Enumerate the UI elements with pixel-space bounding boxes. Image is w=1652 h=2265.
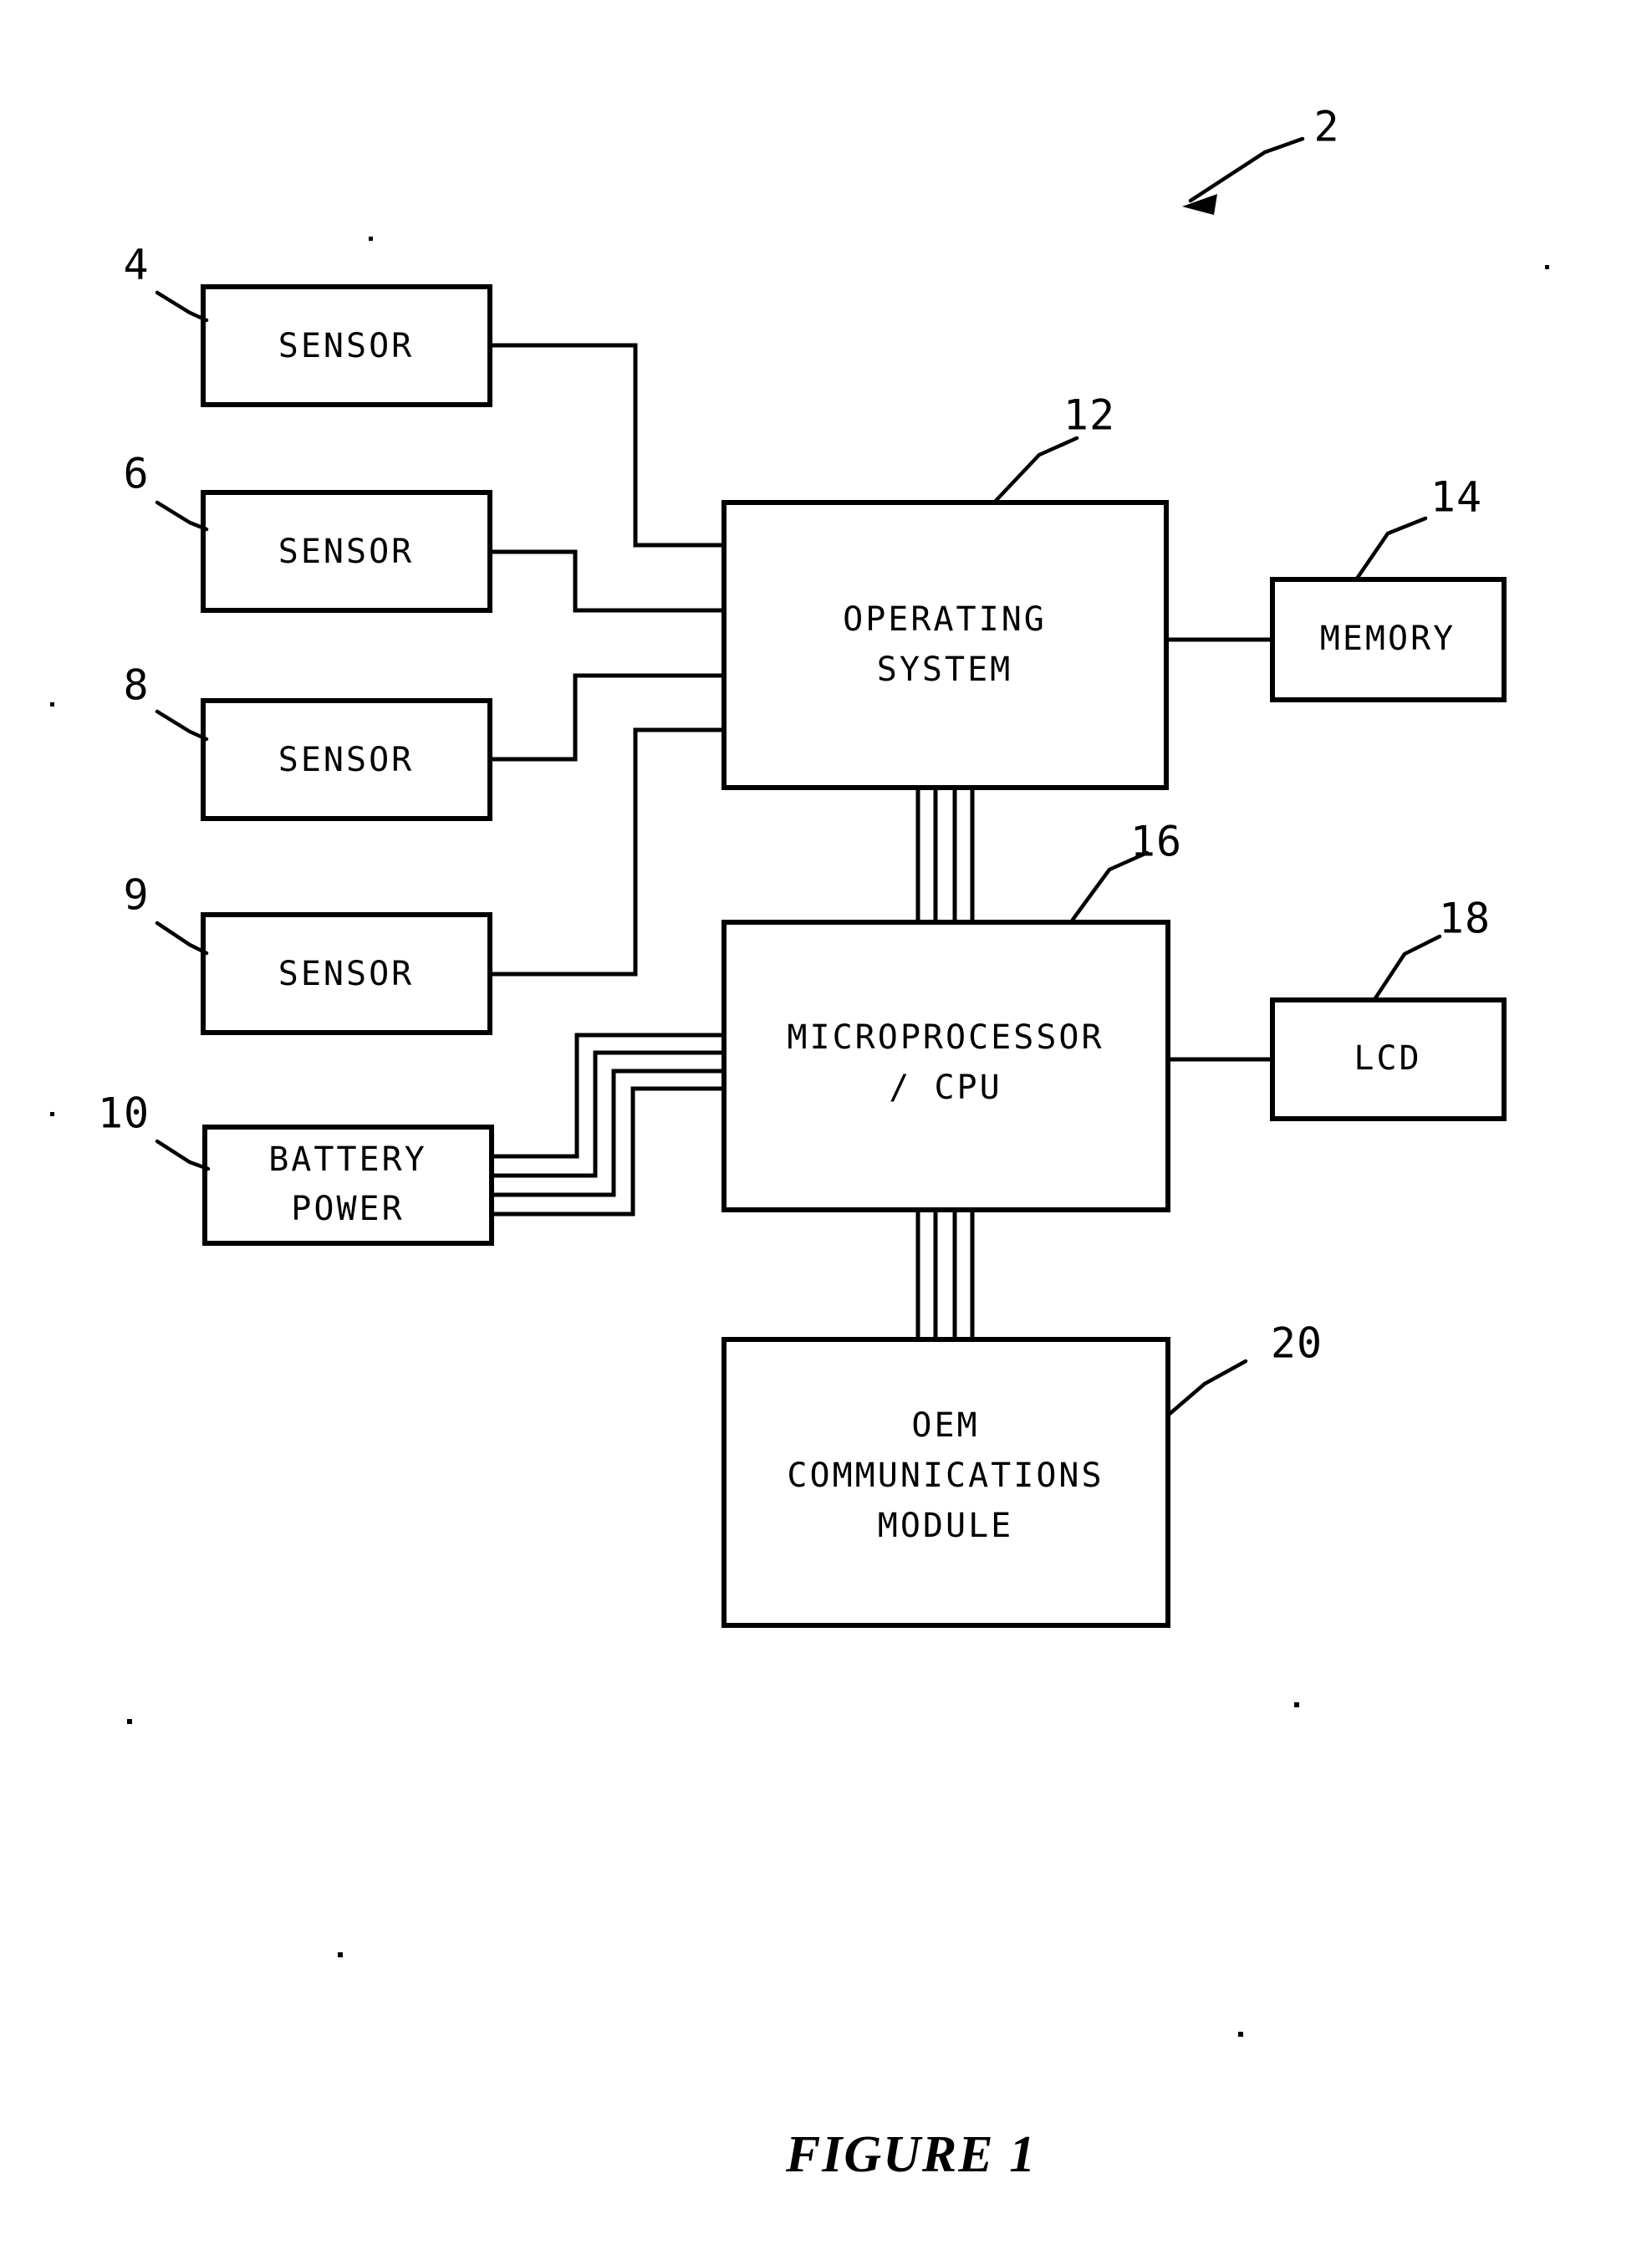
label-operating-system-line-1: OPERATING: [843, 600, 1047, 639]
label-oem-module-line-2: COMMUNICATIONS: [787, 1456, 1104, 1495]
wire-sensor-1-to-operating-system: [490, 343, 727, 548]
label-microprocessor-cpu-line-1: MICROPROCESSOR: [787, 1018, 1104, 1057]
leader-line-memory: [1354, 516, 1428, 581]
speckle: [127, 1719, 132, 1724]
bus-battery-power-to-cpu: [492, 1033, 727, 1217]
label-oem-module-line-1: OEM: [911, 1406, 979, 1445]
label-oem-module-line-3: MODULE: [878, 1507, 1014, 1545]
label-sensor-2: SENSOR: [278, 533, 415, 571]
speckle: [1238, 2032, 1243, 2037]
ref-numeral-memory: 14: [1430, 473, 1482, 522]
block-diagram-canvas: SENSOR SENSOR SENSOR SENSOR BATTERY POWE…: [50, 103, 1549, 2183]
label-battery-power-line-2: POWER: [291, 1190, 404, 1228]
speckle: [742, 1624, 747, 1628]
leader-line-sensor-4: [155, 921, 209, 956]
label-lcd: LCD: [1354, 1039, 1421, 1078]
label-sensor-1: SENSOR: [278, 327, 415, 365]
label-microprocessor-cpu-line-2: / CPU: [889, 1069, 1002, 1107]
leader-line-lcd: [1373, 934, 1442, 1001]
leader-line-oem-module: [1167, 1359, 1248, 1416]
ref-numeral-microprocessor-cpu: 16: [1130, 818, 1182, 866]
figure-caption: FIGURE 1: [785, 2126, 1037, 2183]
label-sensor-3: SENSOR: [278, 741, 415, 779]
speckle: [338, 1952, 343, 1957]
leader-line-sensor-3: [155, 709, 209, 742]
speckle: [1545, 265, 1549, 269]
ref-numeral-lcd: 18: [1439, 895, 1491, 943]
label-memory: MEMORY: [1320, 620, 1456, 658]
leader-arrowhead-system-2: [1182, 194, 1217, 215]
speckle: [50, 702, 54, 707]
leader-line-sensor-2: [155, 500, 209, 532]
ref-numeral-operating-system: 12: [1063, 391, 1115, 440]
ref-numeral-oem-module: 20: [1271, 1319, 1323, 1368]
speckle: [50, 1112, 54, 1116]
ref-numeral-sensor-3: 8: [123, 661, 149, 710]
ref-numeral-sensor-4: 9: [123, 871, 149, 920]
block-operating-system[interactable]: [721, 500, 1169, 790]
leader-line-system-2: [1188, 136, 1305, 203]
ref-numeral-sensor-2: 6: [123, 450, 149, 498]
speckle: [1294, 1702, 1299, 1707]
leader-line-operating-system: [992, 436, 1079, 504]
speckle: [369, 237, 373, 241]
ref-numeral-battery-power: 10: [98, 1089, 150, 1138]
ref-numeral-system: 2: [1313, 103, 1339, 151]
label-sensor-4: SENSOR: [278, 955, 415, 993]
label-battery-power-line-1: BATTERY: [268, 1140, 427, 1179]
wire-sensor-2-to-operating-system: [490, 549, 727, 613]
bus-operating-system-to-cpu: [915, 788, 975, 922]
ref-numeral-sensor-1: 4: [123, 241, 149, 289]
leader-line-battery-power: [155, 1139, 211, 1171]
block-microprocessor-cpu[interactable]: [721, 920, 1170, 1212]
label-operating-system-line-2: SYSTEM: [877, 650, 1013, 689]
wire-sensor-4-to-operating-system: [490, 727, 727, 977]
leader-line-sensor-1: [155, 290, 209, 323]
wire-sensor-3-to-operating-system: [490, 673, 727, 762]
patent-figure-page: SENSOR SENSOR SENSOR SENSOR BATTERY POWE…: [0, 0, 1652, 2265]
bus-cpu-to-oem-module: [915, 1210, 975, 1339]
